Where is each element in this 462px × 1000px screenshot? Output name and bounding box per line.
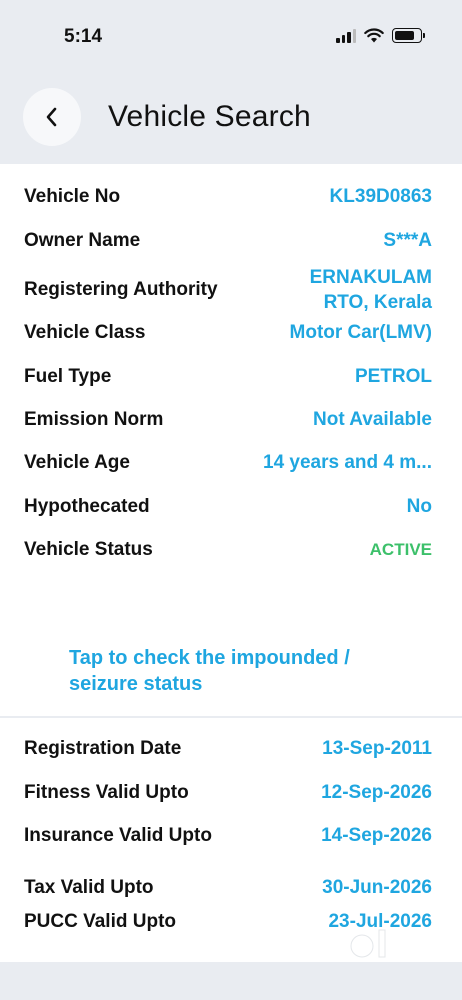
detail-value: 14 years and 4 m... (263, 452, 432, 473)
detail-row-vehicle-age: Vehicle Age 14 years and 4 m... (0, 452, 462, 474)
detail-label: Vehicle No (24, 186, 121, 207)
validity-value: 12-Sep-2026 (321, 782, 432, 803)
validity-label: Fitness Valid Upto (24, 782, 189, 803)
detail-row-hypothecated: Hypothecated No (0, 496, 462, 518)
detail-value: Motor Car(LMV) (289, 322, 432, 343)
validity-label: Tax Valid Upto (24, 877, 154, 898)
detail-label: Hypothecated (24, 496, 150, 517)
impound-status-link[interactable]: Tap to check the impounded / seizure sta… (69, 645, 409, 697)
status-icons (336, 28, 425, 43)
battery-icon (392, 28, 425, 43)
olx-watermark (348, 929, 419, 961)
validity-value: 30-Jun-2026 (322, 877, 432, 898)
detail-label: Vehicle Status (24, 539, 153, 560)
detail-row-vehicle-no: Vehicle No KL39D0863 (0, 186, 462, 208)
status-time: 5:14 (64, 26, 103, 47)
detail-label: Registering Authority (24, 279, 218, 300)
detail-value: KL39D0863 (329, 186, 432, 207)
validity-label: Insurance Valid Upto (24, 825, 212, 846)
detail-label: Owner Name (24, 230, 141, 251)
detail-row-registering-authority: Registering Authority ERNAKULAM RTO, Ker… (0, 265, 462, 315)
validity-row-fitness: Fitness Valid Upto 12-Sep-2026 (0, 782, 462, 804)
validity-value: 14-Sep-2026 (321, 825, 432, 846)
detail-value: PETROL (354, 366, 432, 387)
validity-row-tax: Tax Valid Upto 30-Jun-2026 (0, 877, 462, 899)
detail-value: S***A (383, 230, 432, 251)
detail-row-emission-norm: Emission Norm Not Available (0, 409, 462, 431)
status-bar: 5:14 (0, 0, 462, 70)
validity-row-registration-date: Registration Date 13-Sep-2011 (0, 738, 462, 760)
wifi-icon (364, 28, 384, 43)
detail-value: Not Available (313, 409, 432, 430)
detail-row-fuel-type: Fuel Type PETROL (0, 366, 462, 388)
chevron-left-icon (46, 107, 57, 127)
detail-label: Fuel Type (24, 366, 112, 387)
detail-label: Vehicle Class (24, 322, 146, 343)
validity-label: Registration Date (24, 738, 182, 759)
validity-label: PUCC Valid Upto (24, 911, 177, 932)
cellular-signal-icon (336, 28, 356, 43)
back-button[interactable] (23, 88, 81, 146)
detail-label: Vehicle Age (24, 452, 130, 473)
detail-value: ERNAKULAM RTO, Kerala (309, 267, 432, 313)
detail-row-owner-name: Owner Name S***A (0, 230, 462, 252)
detail-row-vehicle-class: Vehicle Class Motor Car(LMV) (0, 322, 462, 344)
detail-label: Emission Norm (24, 409, 164, 430)
validity-value: 13-Sep-2011 (322, 738, 432, 759)
detail-value: No (406, 496, 432, 517)
validity-row-insurance: Insurance Valid Upto 14-Sep-2026 (0, 825, 462, 847)
detail-row-vehicle-status: Vehicle Status ACTIVE (0, 539, 462, 561)
page-title: Vehicle Search (108, 100, 311, 133)
status-badge: ACTIVE (369, 540, 432, 559)
